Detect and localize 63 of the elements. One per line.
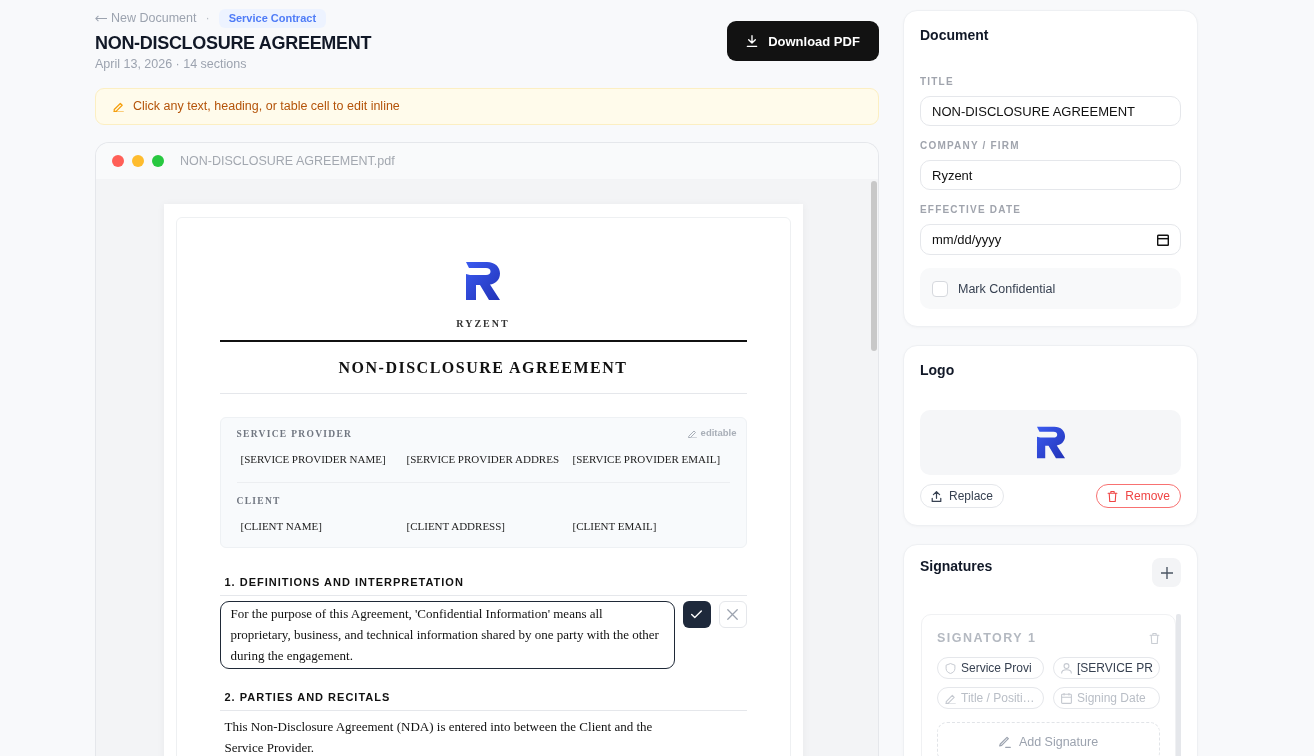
checkbox-label: Mark Confidential (958, 281, 1056, 296)
party-field-value[interactable]: [CLIENT EMAIL] (572, 518, 657, 534)
party-label: SERVICE PROVIDER (236, 429, 353, 439)
arrow-left-icon (95, 14, 107, 22)
window-dot-icon (152, 155, 164, 167)
document-meta: April 13, 2026 · 14 sections (95, 56, 248, 72)
remove-button[interactable]: Remove (1096, 484, 1181, 508)
pencil-icon (945, 692, 956, 704)
trash-icon[interactable] (1149, 632, 1160, 644)
party-field-value[interactable]: [CLIENT ADDRESS] (406, 518, 505, 534)
document-title: NON-DISCLOSURE AGREEMENT (338, 358, 628, 378)
plus-icon (1160, 566, 1173, 579)
section-text-editor[interactable]: For the purpose of this Agreement, 'Confidential Information' means all proprietary, business, and technical information shared by one party with the other during the engagement. (219, 601, 675, 669)
upload-icon (931, 490, 942, 502)
logo-icon (465, 261, 501, 301)
window-dot-icon (132, 155, 144, 167)
field-label: EFFECTIVE DATE (920, 204, 1022, 216)
party-field-value[interactable]: [SERVICE PROVIDER NAME] (240, 451, 386, 467)
check-icon (691, 609, 702, 620)
section-heading: 2. PARTIES AND RECITALS (219, 690, 747, 711)
calendar-icon (1157, 233, 1169, 246)
close-icon (727, 609, 738, 620)
shield-icon (945, 662, 956, 674)
field-label: TITLE (920, 76, 954, 88)
signatory-heading: SIGNATORY 1 (937, 631, 1037, 645)
logo-icon (1035, 426, 1066, 459)
page-title: NON-DISCLOSURE AGREEMENT (95, 32, 372, 54)
confidential-option[interactable]: Mark Confidential (920, 268, 1181, 309)
party-field-value[interactable]: [SERVICE PROVIDER EMAIL] (572, 451, 721, 467)
download-pdf-button[interactable]: Download PDF (727, 21, 879, 61)
section-heading: 1. DEFINITIONS AND INTERPRETATION (219, 575, 747, 596)
scrollbar-thumb[interactable] (871, 181, 877, 351)
card-title: Logo (920, 362, 955, 379)
text-input-field[interactable]: Ryzent (920, 160, 1181, 190)
calendar-icon (1061, 692, 1072, 704)
checkbox[interactable] (932, 280, 948, 297)
card-title: Signatures (920, 558, 993, 575)
party-field-value[interactable]: [SERVICE PROVIDER ADDRES (406, 451, 560, 467)
window-title: NON-DISCLOSURE AGREEMENT.pdf (180, 154, 395, 168)
section-text: This Non-Disclosure Agreement (NDA) is entered into between the Client and the Service Provider. (223, 718, 654, 756)
pencil-icon (687, 428, 697, 438)
pen-icon (998, 736, 1011, 748)
replace-button[interactable]: Replace (920, 484, 1005, 508)
cancel-button[interactable] (718, 601, 747, 628)
confirm-button[interactable] (682, 601, 711, 628)
edit-hint-text: Click any text, heading, or table cell to edit inline (133, 98, 400, 115)
download-icon (746, 35, 759, 47)
category-badge: Service Contract (218, 8, 327, 28)
trash-icon (1107, 490, 1119, 502)
party-label: CLIENT (236, 496, 281, 506)
scrollbar-thumb[interactable] (1176, 614, 1181, 756)
party-field-value[interactable]: [CLIENT NAME] (240, 518, 322, 534)
text-input-field[interactable]: NON-DISCLOSURE AGREEMENT (920, 96, 1181, 126)
card-title: Document (920, 27, 989, 44)
editable-label: editable (700, 427, 737, 439)
pencil-icon (113, 101, 124, 112)
breadcrumb-separator: · (205, 10, 210, 26)
add-signatory-button[interactable] (1152, 558, 1181, 587)
company-name: RYZENT (456, 317, 510, 331)
date-input-field[interactable]: mm/dd/yyyy (920, 224, 1181, 255)
field-label: COMPANY / FIRM (920, 140, 1020, 152)
window-dot-icon (112, 155, 124, 167)
person-icon (1061, 662, 1072, 674)
